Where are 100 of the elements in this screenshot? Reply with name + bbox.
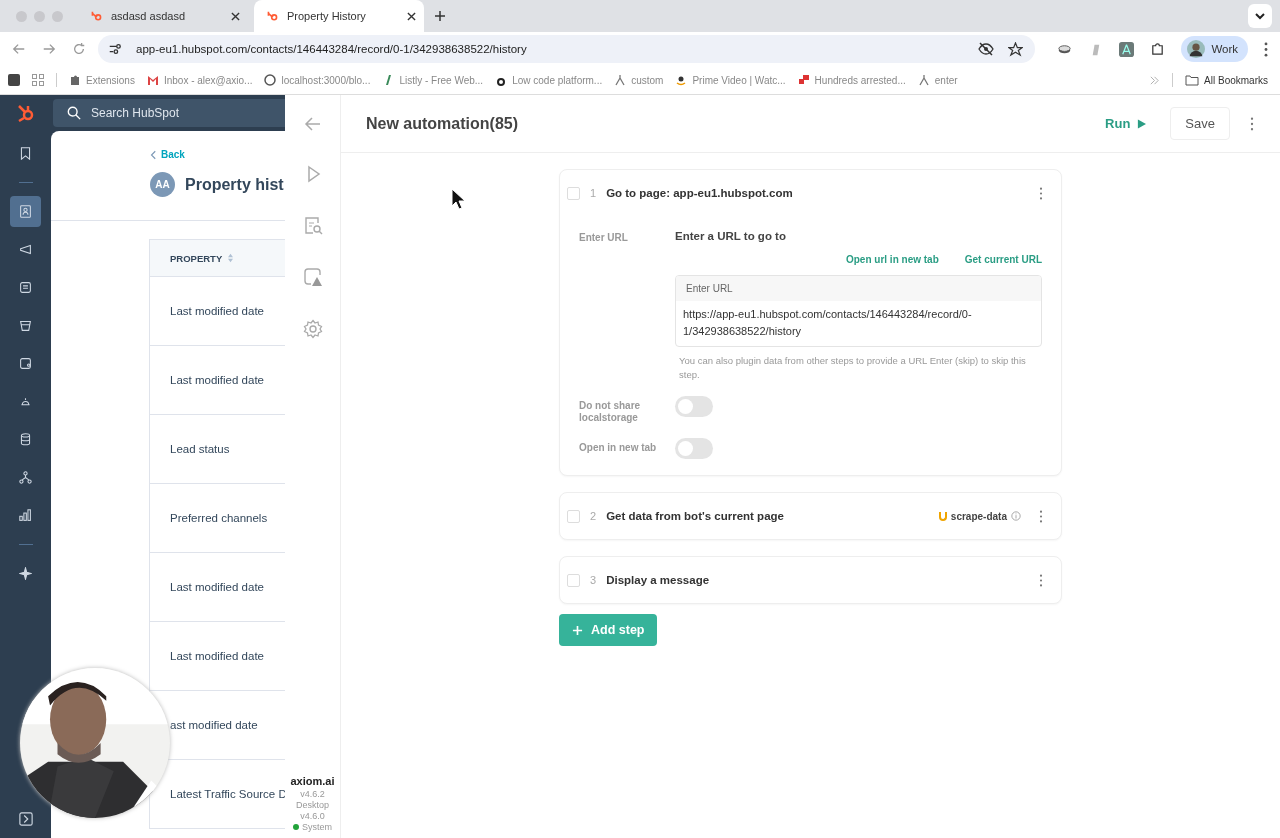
all-bookmarks-button[interactable]: All Bookmarks <box>1185 74 1268 86</box>
bookmark-icon <box>264 74 277 86</box>
automation-title[interactable]: New automation(85) <box>366 114 518 133</box>
contact-avatar: AA <box>150 172 175 197</box>
tree-icon <box>19 471 32 484</box>
browser-tab[interactable]: asdasd asdasd <box>78 0 248 32</box>
contacts-icon <box>19 205 32 218</box>
field-heading: Enter a URL to go to <box>675 230 787 242</box>
add-step-button[interactable]: Add step <box>559 614 658 646</box>
table-cell: ast modified date <box>170 719 258 731</box>
url-field[interactable]: Enter URL https://app-eu1.hubspot.com/contacts/146443284/record/0-1/342938638522/history <box>675 275 1042 347</box>
app-name: axiom.ai <box>290 775 335 787</box>
column-header[interactable]: PROPERTY <box>150 239 285 277</box>
checkbox[interactable] <box>567 573 580 587</box>
table-cell: Last modified date <box>170 581 264 593</box>
bookmark-icon <box>146 74 159 86</box>
square-icon[interactable] <box>8 74 20 86</box>
table-cell: Preferred channels <box>170 512 268 524</box>
spark-icon <box>19 567 32 580</box>
search-icon <box>67 106 81 120</box>
extension-icon[interactable] <box>1119 41 1135 57</box>
version-text: v4.6.2 <box>300 789 325 799</box>
step-number: 2 <box>590 510 597 522</box>
sort-icon <box>227 253 235 263</box>
profile-button[interactable]: Work <box>1181 36 1248 62</box>
checkbox[interactable] <box>567 509 580 523</box>
checkbox[interactable] <box>567 186 580 200</box>
text-link[interactable]: Open url in new tab <box>845 254 939 265</box>
more-icon[interactable] <box>1250 116 1254 131</box>
bell-icon <box>19 395 32 408</box>
toggle-label: Open in new tab <box>579 441 658 455</box>
search-document-icon[interactable] <box>302 215 323 235</box>
star-icon[interactable] <box>1008 41 1024 57</box>
run-button[interactable]: Run <box>1099 110 1153 137</box>
more-icon[interactable] <box>1039 509 1043 523</box>
browser-tab[interactable]: Property History <box>254 0 424 32</box>
plus-icon <box>572 624 583 636</box>
bookmark-icon <box>917 74 930 86</box>
help-text: You can also plugin data from other steps to provide a URL Enter (skip) to skip this step. <box>678 354 1027 382</box>
expand-icon[interactable] <box>18 812 33 826</box>
bookmark-item[interactable]: Hundreds arrested... <box>797 74 906 86</box>
bookmark-icon <box>797 74 810 86</box>
doc-icon <box>19 281 32 294</box>
more-icon[interactable] <box>1039 573 1043 587</box>
bookmark-item[interactable]: Listly - Free Web... <box>382 74 484 86</box>
cursor-icon <box>451 188 465 210</box>
apps-icon[interactable] <box>32 74 44 86</box>
field-label: Enter URL <box>579 231 629 245</box>
sprocket-icon <box>90 9 103 23</box>
db-icon <box>19 433 32 446</box>
step-title[interactable]: Get data from bot's current page <box>606 510 784 522</box>
new-tab-icon[interactable] <box>434 10 446 22</box>
bookmark-item[interactable]: Inbox - alex@axio... <box>146 74 253 86</box>
bookmark-icon <box>69 74 81 86</box>
bookmark-item[interactable]: custom <box>614 74 664 86</box>
step-number: 3 <box>590 574 597 586</box>
megaphone-icon <box>19 243 32 256</box>
address-text: app-eu1.hubspot.com/contacts/146443284/record/0-1/342938638522/history <box>136 43 527 55</box>
save-button[interactable]: Save <box>1170 107 1230 140</box>
search-field[interactable]: Search HubSpot <box>53 99 285 127</box>
text-link[interactable]: Get current URL <box>964 254 1042 265</box>
close-icon[interactable] <box>407 11 416 21</box>
close-icon[interactable] <box>231 11 240 21</box>
alert-icon[interactable] <box>302 267 323 287</box>
wallet-icon <box>19 357 32 370</box>
bookmark-item[interactable]: localhost:3000/blo... <box>264 74 371 86</box>
field-label: Enter URL <box>676 276 1041 301</box>
table-cell: Last modified date <box>170 650 264 662</box>
settings-icon[interactable] <box>302 319 323 339</box>
step-title[interactable]: Display a message <box>606 574 710 586</box>
more-icon[interactable] <box>1039 186 1043 200</box>
folder-icon <box>1185 74 1200 86</box>
bookmark-icon <box>19 147 32 160</box>
step-title[interactable]: Go to page: app-eu1.hubspot.com <box>606 187 793 199</box>
eye-off-icon[interactable] <box>978 41 995 57</box>
bookmark-item[interactable]: Low code platform... <box>495 74 603 86</box>
sprocket-logo-icon[interactable] <box>15 103 36 123</box>
back-arrow-icon[interactable] <box>303 115 322 133</box>
forward-icon[interactable] <box>42 42 56 56</box>
avatar-icon <box>1187 40 1206 58</box>
toggle-switch[interactable] <box>675 396 713 417</box>
address-bar[interactable]: app-eu1.hubspot.com/contacts/146443284/record/0-1/342938638522/history <box>98 35 1036 63</box>
toggle-switch[interactable] <box>675 438 713 459</box>
site-settings-icon[interactable] <box>108 42 122 56</box>
nav-button[interactable] <box>10 196 41 227</box>
bookmark-icon <box>675 74 688 86</box>
step-number: 1 <box>590 187 597 199</box>
back-link[interactable]: Back <box>150 149 285 160</box>
bookmark-item[interactable]: Prime Video | Watc... <box>675 74 786 86</box>
chevron-left-icon <box>150 149 156 160</box>
puzzle-icon[interactable] <box>1150 41 1166 57</box>
desktop-label: Desktop <box>296 800 329 810</box>
table-cell: Last modified date <box>170 374 264 386</box>
back-icon[interactable] <box>12 42 26 56</box>
toggle-label: Do not share localstorage <box>579 399 642 424</box>
reload-icon[interactable] <box>72 42 86 56</box>
bookmark-item[interactable]: Extensions <box>69 74 135 86</box>
menu-icon[interactable] <box>1264 41 1268 57</box>
bookmark-item[interactable]: enter <box>917 74 958 86</box>
chevron-down-icon[interactable] <box>1248 4 1272 28</box>
